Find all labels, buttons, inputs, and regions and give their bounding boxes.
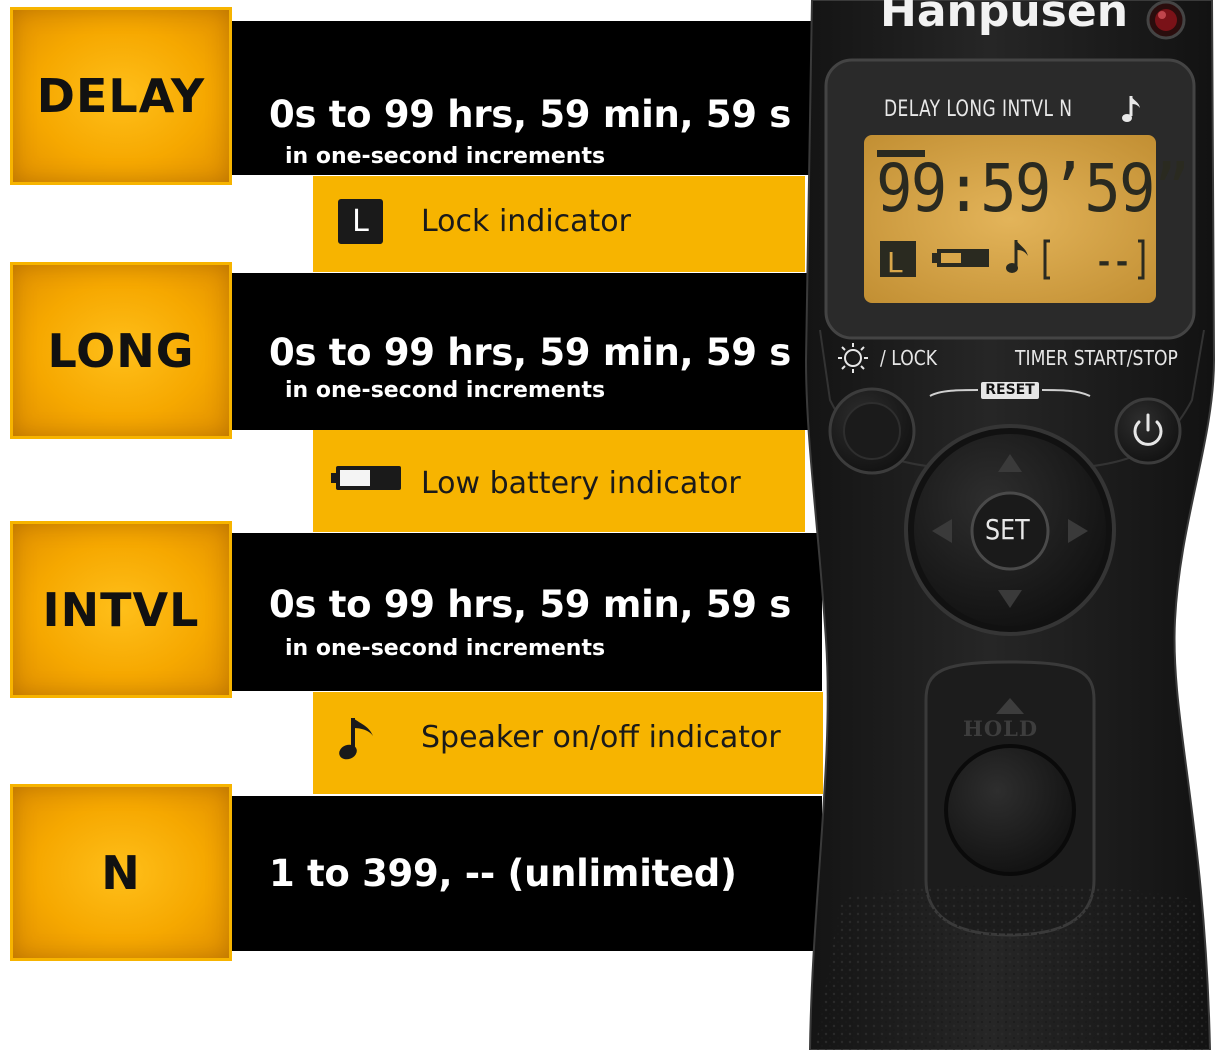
set-button-label: SET xyxy=(985,513,1030,546)
lcd-count-text: -- xyxy=(1095,245,1131,280)
product-infographic: 0s to 99 hrs, 59 min, 59 s in one-second… xyxy=(0,0,1220,1050)
battery-indicator-bar: Low battery indicator xyxy=(313,430,805,532)
long-range-text: 0s to 99 hrs, 59 min, 59 s xyxy=(269,331,792,374)
delay-range-bar: 0s to 99 hrs, 59 min, 59 s in one-second… xyxy=(232,21,812,175)
shutter-release-button[interactable] xyxy=(944,744,1076,876)
n-mode-label: N xyxy=(10,784,232,961)
lcd-time-readout: 99:59’59” xyxy=(876,150,1190,227)
delay-mode-text: DELAY xyxy=(36,69,206,123)
intvl-mode-label: INTVL xyxy=(10,521,232,698)
brand-logo-text: Hanpusen xyxy=(880,0,1129,37)
n-range-bar: 1 to 399, -- (unlimited) xyxy=(232,796,822,951)
delay-mode-label: DELAY xyxy=(10,7,232,185)
long-range-bar: 0s to 99 hrs, 59 min, 59 s in one-second… xyxy=(232,273,812,430)
music-note-icon xyxy=(339,718,373,760)
timer-start-stop-label: TIMER START/STOP xyxy=(1015,346,1178,370)
battery-indicator-text: Low battery indicator xyxy=(421,466,741,501)
lock-icon: L xyxy=(338,199,383,244)
long-increment-text: in one-second increments xyxy=(285,378,606,403)
lock-icon-letter: L xyxy=(352,204,369,239)
lcd-lock-text: L xyxy=(887,246,903,279)
reset-label: RESET xyxy=(981,382,1039,399)
lcd-mode-header: DELAY LONG INTVL N xyxy=(884,97,1073,122)
light-lock-label: / LOCK xyxy=(880,346,938,370)
n-range-text: 1 to 399, -- (unlimited) xyxy=(269,852,737,895)
lock-indicator-bar: L Lock indicator xyxy=(313,176,805,272)
long-mode-label: LONG xyxy=(10,262,232,439)
grip-texture xyxy=(815,885,1210,1050)
intvl-increment-text: in one-second increments xyxy=(285,636,606,661)
long-mode-text: LONG xyxy=(47,323,195,378)
delay-increment-text: in one-second increments xyxy=(285,144,606,169)
intvl-range-bar: 0s to 99 hrs, 59 min, 59 s in one-second… xyxy=(232,533,822,691)
hold-label: HOLD xyxy=(963,716,1039,741)
lock-indicator-text: Lock indicator xyxy=(421,204,631,239)
intvl-range-text: 0s to 99 hrs, 59 min, 59 s xyxy=(269,583,792,626)
speaker-indicator-text: Speaker on/off indicator xyxy=(421,720,781,755)
speaker-indicator-bar: Speaker on/off indicator xyxy=(313,692,823,794)
intvl-mode-text: INTVL xyxy=(42,582,200,637)
delay-range-text: 0s to 99 hrs, 59 min, 59 s xyxy=(269,93,792,136)
n-mode-text: N xyxy=(101,845,141,900)
low-battery-icon xyxy=(331,466,401,490)
